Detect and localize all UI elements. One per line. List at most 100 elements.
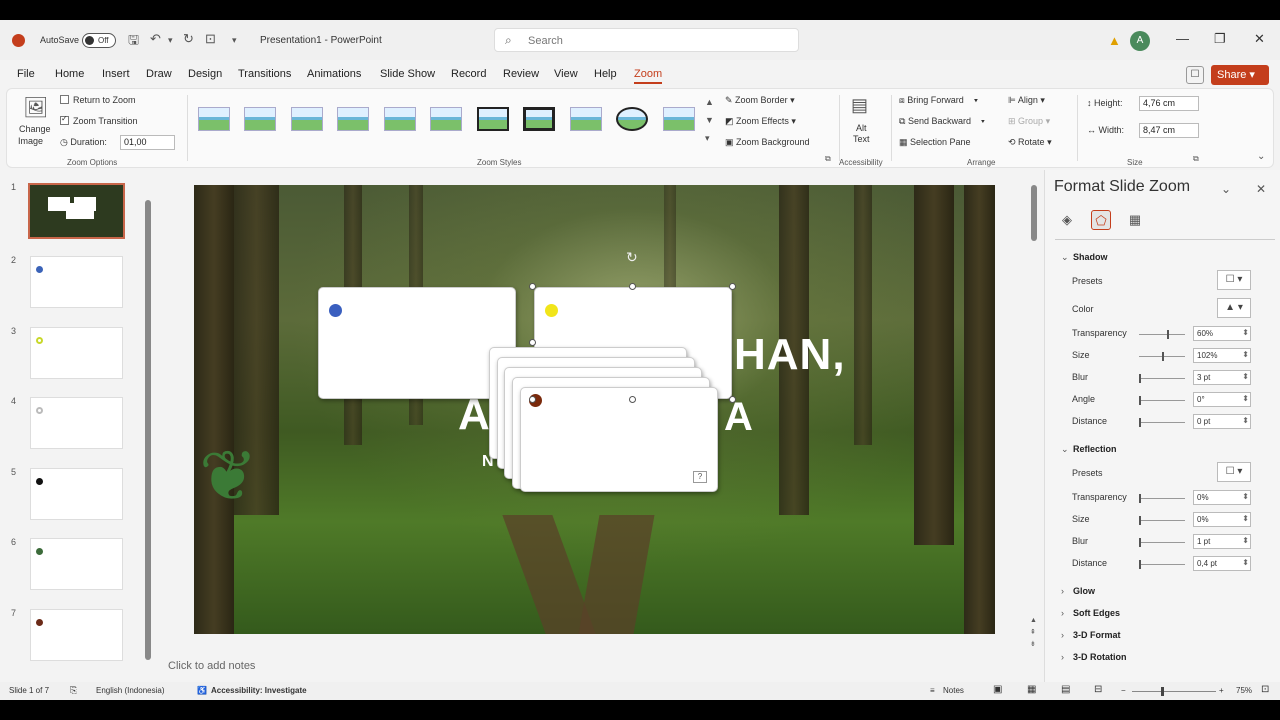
soft-edges-section-header[interactable]: › Soft Edges [1061, 608, 1120, 618]
zoom-out-icon[interactable]: − [1121, 686, 1126, 695]
zoom-style-3[interactable] [291, 107, 323, 131]
alt-text-button[interactable]: Alt [856, 123, 867, 133]
tab-slide-show[interactable]: Slide Show [380, 68, 435, 80]
tab-file[interactable]: File [17, 68, 35, 80]
zoom-style-6[interactable] [430, 107, 462, 131]
duration-input[interactable]: 01,00 [120, 135, 175, 150]
zoom-background-button[interactable]: ▣ Zoom Background [725, 137, 810, 148]
checkbox-box[interactable] [60, 95, 69, 104]
tab-draw[interactable]: Draw [146, 68, 172, 80]
tab-insert[interactable]: Insert [102, 68, 130, 80]
reading-view-icon[interactable]: ▤ [1061, 684, 1070, 695]
tab-review[interactable]: Review [503, 68, 539, 80]
slide-sorter-icon[interactable]: ▦ [1027, 684, 1036, 695]
reflection-distance-input[interactable]: 0,4 pt [1193, 556, 1251, 571]
shadow-transparency-slider[interactable] [1139, 330, 1185, 339]
autosave-toggle[interactable]: Off [82, 33, 116, 48]
scroll-up-icon[interactable]: ▲ [1030, 617, 1037, 624]
resize-handle[interactable] [729, 283, 736, 290]
slider-thumb[interactable] [1162, 352, 1164, 361]
scrollbar-thumb[interactable] [1031, 185, 1037, 241]
thumbnails-scrollbar[interactable] [145, 200, 151, 680]
resize-handle[interactable] [629, 283, 636, 290]
accessibility-status[interactable]: Accessibility: Investigate [211, 686, 307, 695]
tab-view[interactable]: View [554, 68, 578, 80]
tab-transitions[interactable]: Transitions [238, 68, 291, 80]
reflection-size-input[interactable]: 0% [1193, 512, 1251, 527]
warning-icon[interactable]: ▲ [1108, 33, 1121, 48]
resize-handle[interactable] [529, 283, 536, 290]
zoom-style-4[interactable] [337, 107, 369, 131]
slide-thumbnail-3[interactable] [30, 327, 123, 379]
slide-scrollbar[interactable]: ▲ ⇞ ⇟ [1030, 185, 1037, 655]
reflection-transparency-slider[interactable] [1139, 494, 1185, 503]
slide-thumbnail-7[interactable] [30, 609, 123, 661]
shadow-angle-input[interactable]: 0° [1193, 392, 1251, 407]
zoom-style-7[interactable] [477, 107, 509, 131]
tab-zoom[interactable]: Zoom [634, 68, 663, 84]
slider-thumb[interactable] [1139, 418, 1141, 427]
scrollbar-thumb[interactable] [145, 200, 151, 660]
language-indicator[interactable]: English (Indonesia) [96, 686, 164, 695]
notes-icon[interactable]: ≡ [930, 686, 935, 695]
shadow-color-button[interactable]: ▲ ▾ [1217, 298, 1251, 318]
rotate-handle-icon[interactable]: ↻ [626, 249, 638, 266]
reflection-blur-input[interactable]: 1 pt [1193, 534, 1251, 549]
slide-title-text[interactable]: HAN, [734, 330, 846, 380]
reflection-section-header[interactable]: ⌄ Reflection [1061, 444, 1117, 455]
slide-zoom-card-2[interactable] [318, 287, 516, 399]
shadow-distance-input[interactable]: 0 pt [1193, 414, 1251, 429]
customize-toolbar-icon[interactable]: ▾ [232, 35, 237, 46]
slide-thumbnail-2[interactable] [30, 256, 123, 308]
fit-to-window-icon[interactable]: ⊡ [1261, 684, 1269, 695]
slide-zoom-card-selected[interactable]: ? [520, 387, 718, 492]
shadow-section-header[interactable]: ⌄ Shadow [1061, 252, 1108, 263]
3d-format-section-header[interactable]: › 3-D Format [1061, 630, 1121, 640]
alt-text-button-l2[interactable]: Text [853, 134, 870, 144]
collapse-ribbon-icon[interactable]: ⌄ [1257, 151, 1265, 162]
slide-thumbnail-1[interactable] [28, 183, 125, 239]
tab-animations[interactable]: Animations [307, 68, 361, 80]
reflection-blur-slider[interactable] [1139, 538, 1185, 547]
3d-rotation-section-header[interactable]: › 3-D Rotation [1061, 652, 1127, 662]
group-button[interactable]: ⊞ Group ▾ [1008, 116, 1050, 127]
dialog-launcher-icon[interactable]: ⧉ [825, 154, 831, 164]
slider-thumb[interactable] [1139, 374, 1141, 383]
fill-line-icon[interactable]: ◈ [1057, 210, 1077, 230]
change-image-button[interactable]: Change [19, 124, 51, 134]
undo-icon[interactable]: ↶ [150, 31, 161, 47]
scroll-prev-icon[interactable]: ⇞ [1030, 628, 1036, 636]
glow-section-header[interactable]: › Glow [1061, 586, 1095, 596]
reflection-transparency-input[interactable]: 0% [1193, 490, 1251, 505]
gallery-more-icon[interactable]: ▾ [705, 133, 710, 144]
slider-thumb[interactable] [1139, 494, 1141, 503]
shadow-size-slider[interactable] [1139, 352, 1185, 361]
width-input[interactable]: 8,47 cm [1139, 123, 1199, 138]
align-button[interactable]: ⊫ Align ▾ [1008, 95, 1045, 106]
change-image-button-l2[interactable]: Image [18, 136, 43, 146]
minimize-icon[interactable]: — [1176, 31, 1189, 46]
reflection-size-slider[interactable] [1139, 516, 1185, 525]
rotate-button[interactable]: ⟲ Rotate ▾ [1008, 137, 1052, 148]
restore-icon[interactable]: ❐ [1214, 31, 1226, 47]
resize-handle[interactable] [629, 396, 636, 403]
zoom-in-icon[interactable]: + [1219, 686, 1224, 695]
effects-pentagon-icon[interactable]: ⬠ [1091, 210, 1111, 230]
notes-placeholder[interactable]: Click to add notes [168, 660, 255, 672]
slider-thumb[interactable] [1167, 330, 1169, 339]
save-icon[interactable]: 🖫 [128, 31, 139, 53]
shadow-angle-slider[interactable] [1139, 396, 1185, 405]
size-dialog-launcher-icon[interactable]: ⧉ [1193, 154, 1199, 164]
accessibility-icon[interactable]: ♿ [197, 686, 207, 695]
resize-handle[interactable] [529, 396, 536, 403]
tab-design[interactable]: Design [188, 68, 222, 80]
undo-dropdown-icon[interactable]: ▾ [168, 35, 173, 46]
gallery-up-icon[interactable]: ▲ [705, 97, 714, 107]
return-to-zoom-checkbox[interactable]: Return to Zoom [60, 95, 136, 105]
shadow-transparency-input[interactable]: 60% [1193, 326, 1251, 341]
selection-pane-button[interactable]: ▦ Selection Pane [899, 137, 971, 148]
slide-canvas[interactable]: ❦ HAN, A A N ? ↻ [194, 185, 995, 634]
shadow-distance-slider[interactable] [1139, 418, 1185, 427]
slider-thumb[interactable] [1139, 538, 1141, 547]
shadow-presets-button[interactable]: ☐ ▾ [1217, 270, 1251, 290]
